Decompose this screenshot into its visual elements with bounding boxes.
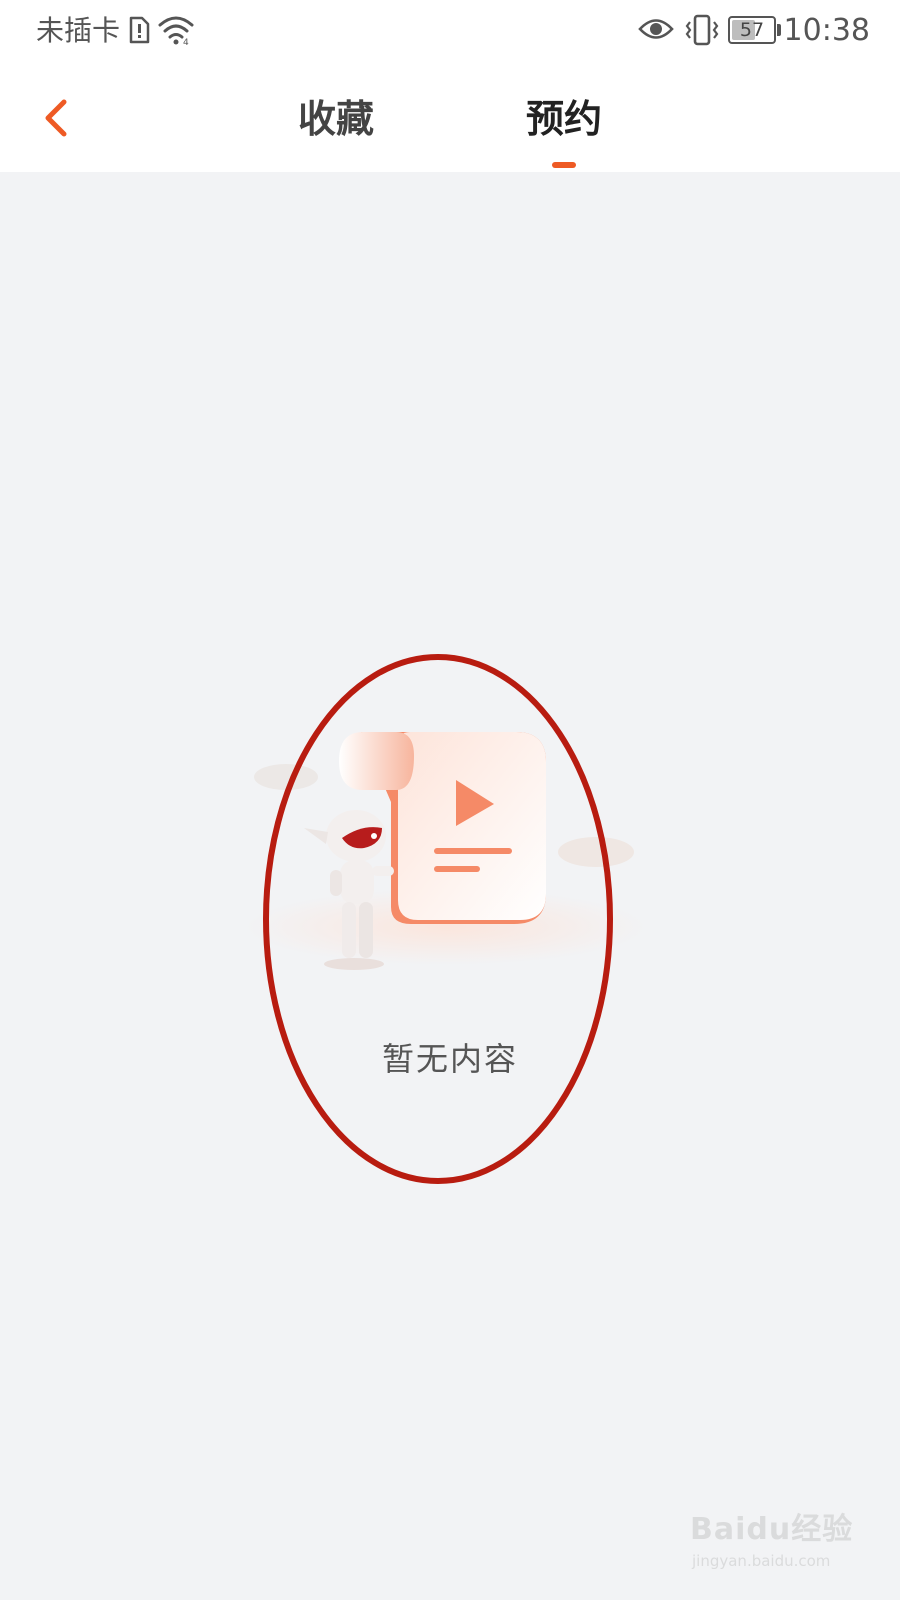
carrier-label: 未插卡 bbox=[36, 14, 121, 47]
battery-level: 57 bbox=[739, 19, 765, 41]
svg-text:4: 4 bbox=[183, 38, 189, 46]
sim-alert-icon bbox=[129, 16, 150, 44]
tab-reservations[interactable]: 预约 bbox=[514, 84, 614, 168]
chevron-left-icon bbox=[45, 99, 67, 137]
baidu-jingyan-watermark: Baidu经验 jingyan.baidu.com bbox=[690, 1500, 870, 1580]
tab-reservations-label: 预约 bbox=[525, 97, 602, 141]
battery-cap bbox=[777, 24, 781, 36]
watermark-url: jingyan.baidu.com bbox=[692, 1552, 831, 1570]
watermark-brand: Baidu经验 bbox=[690, 1512, 854, 1547]
highlight-ellipse-annotation bbox=[263, 654, 613, 1184]
active-tab-indicator bbox=[552, 162, 576, 168]
back-button[interactable] bbox=[28, 90, 84, 146]
vibrate-icon bbox=[685, 14, 719, 46]
clock: 10:38 bbox=[783, 13, 870, 48]
tab-favorites-label: 收藏 bbox=[297, 97, 374, 141]
status-bar: 未插卡 4 57 10:38 bbox=[0, 0, 900, 62]
tab-favorites[interactable]: 收藏 bbox=[286, 84, 386, 154]
battery-icon: 57 bbox=[728, 16, 781, 44]
top-nav-bar: 收藏 预约 bbox=[0, 62, 900, 172]
eye-icon bbox=[638, 19, 674, 39]
wifi-icon: 4 bbox=[158, 16, 194, 46]
